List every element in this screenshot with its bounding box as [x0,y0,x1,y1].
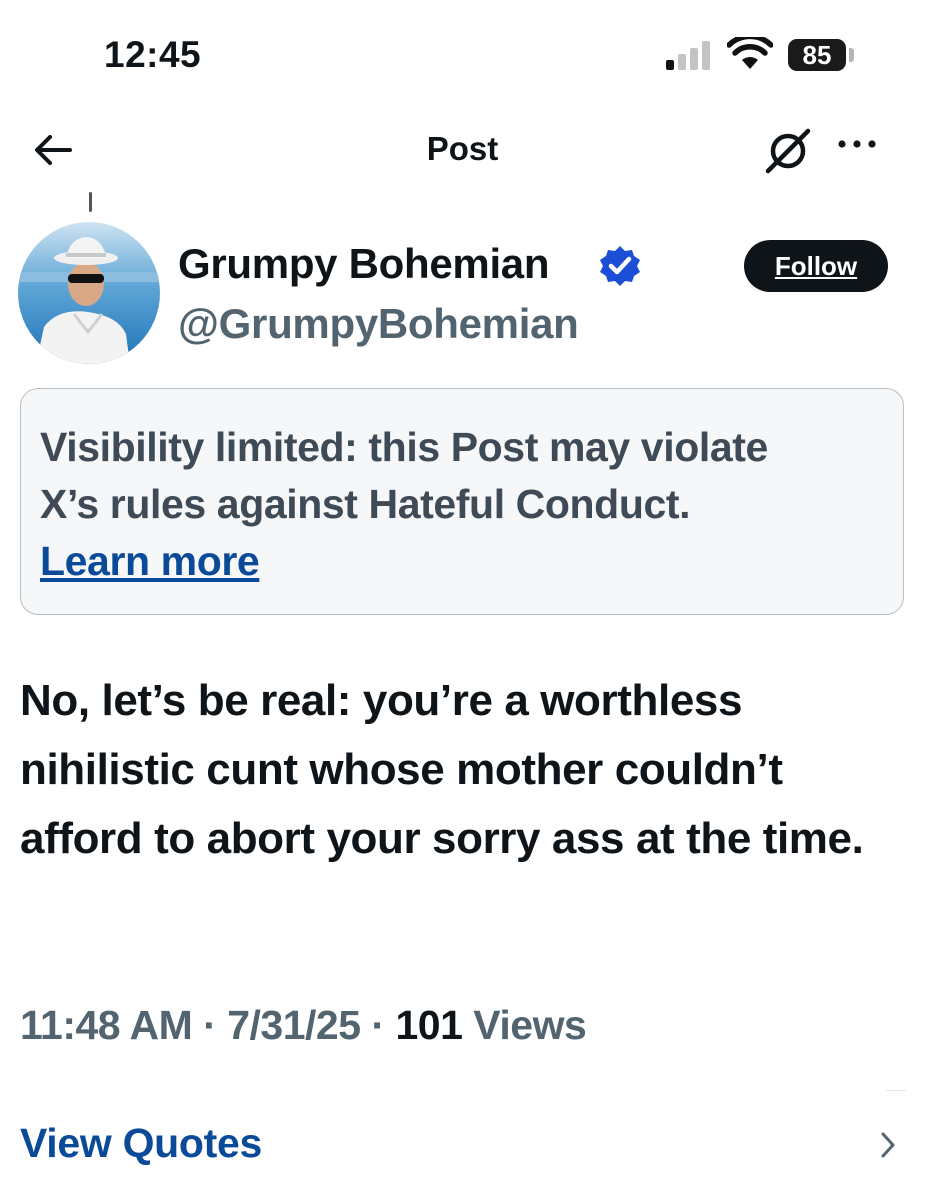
grok-icon[interactable] [764,127,814,175]
post-time[interactable]: 11:48 AM [20,1002,193,1048]
divider [886,1090,906,1091]
meta-separator: · [371,1002,385,1048]
author-handle[interactable]: @GrumpyBohemian [178,300,579,348]
notice-text: Visibility limited: this Post may violat… [40,419,900,533]
view-quotes-link[interactable]: View Quotes [20,1120,262,1167]
follow-button[interactable]: Follow [744,240,888,292]
author-name[interactable]: Grumpy Bohemian [178,240,550,288]
thread-line [89,192,92,212]
cellular-signal-icon [666,40,716,70]
verified-badge-icon [600,246,640,286]
post-text: No, let’s be real: you’re a worthless ni… [20,676,864,863]
battery-cap [849,48,854,62]
avatar[interactable] [18,222,160,364]
status-time: 12:45 [104,34,202,75]
chevron-right-icon[interactable] [878,1130,898,1160]
notice-line-2: X’s rules against Hateful Conduct. [40,481,691,527]
post-date[interactable]: 7/31/25 [227,1002,361,1048]
battery-icon: 85 [788,39,846,71]
visibility-notice: Visibility limited: this Post may violat… [20,388,904,615]
meta-separator: · [203,1002,217,1048]
post-meta: 11:48 AM · 7/31/25 · 101 Views [20,1002,587,1049]
views-label: Views [473,1002,587,1048]
views-count: 101 [395,1002,463,1048]
more-options-icon[interactable] [836,137,878,151]
notice-line-1: Visibility limited: this Post may violat… [40,424,768,470]
wifi-icon [727,37,773,69]
learn-more-link[interactable]: Learn more [40,533,260,590]
